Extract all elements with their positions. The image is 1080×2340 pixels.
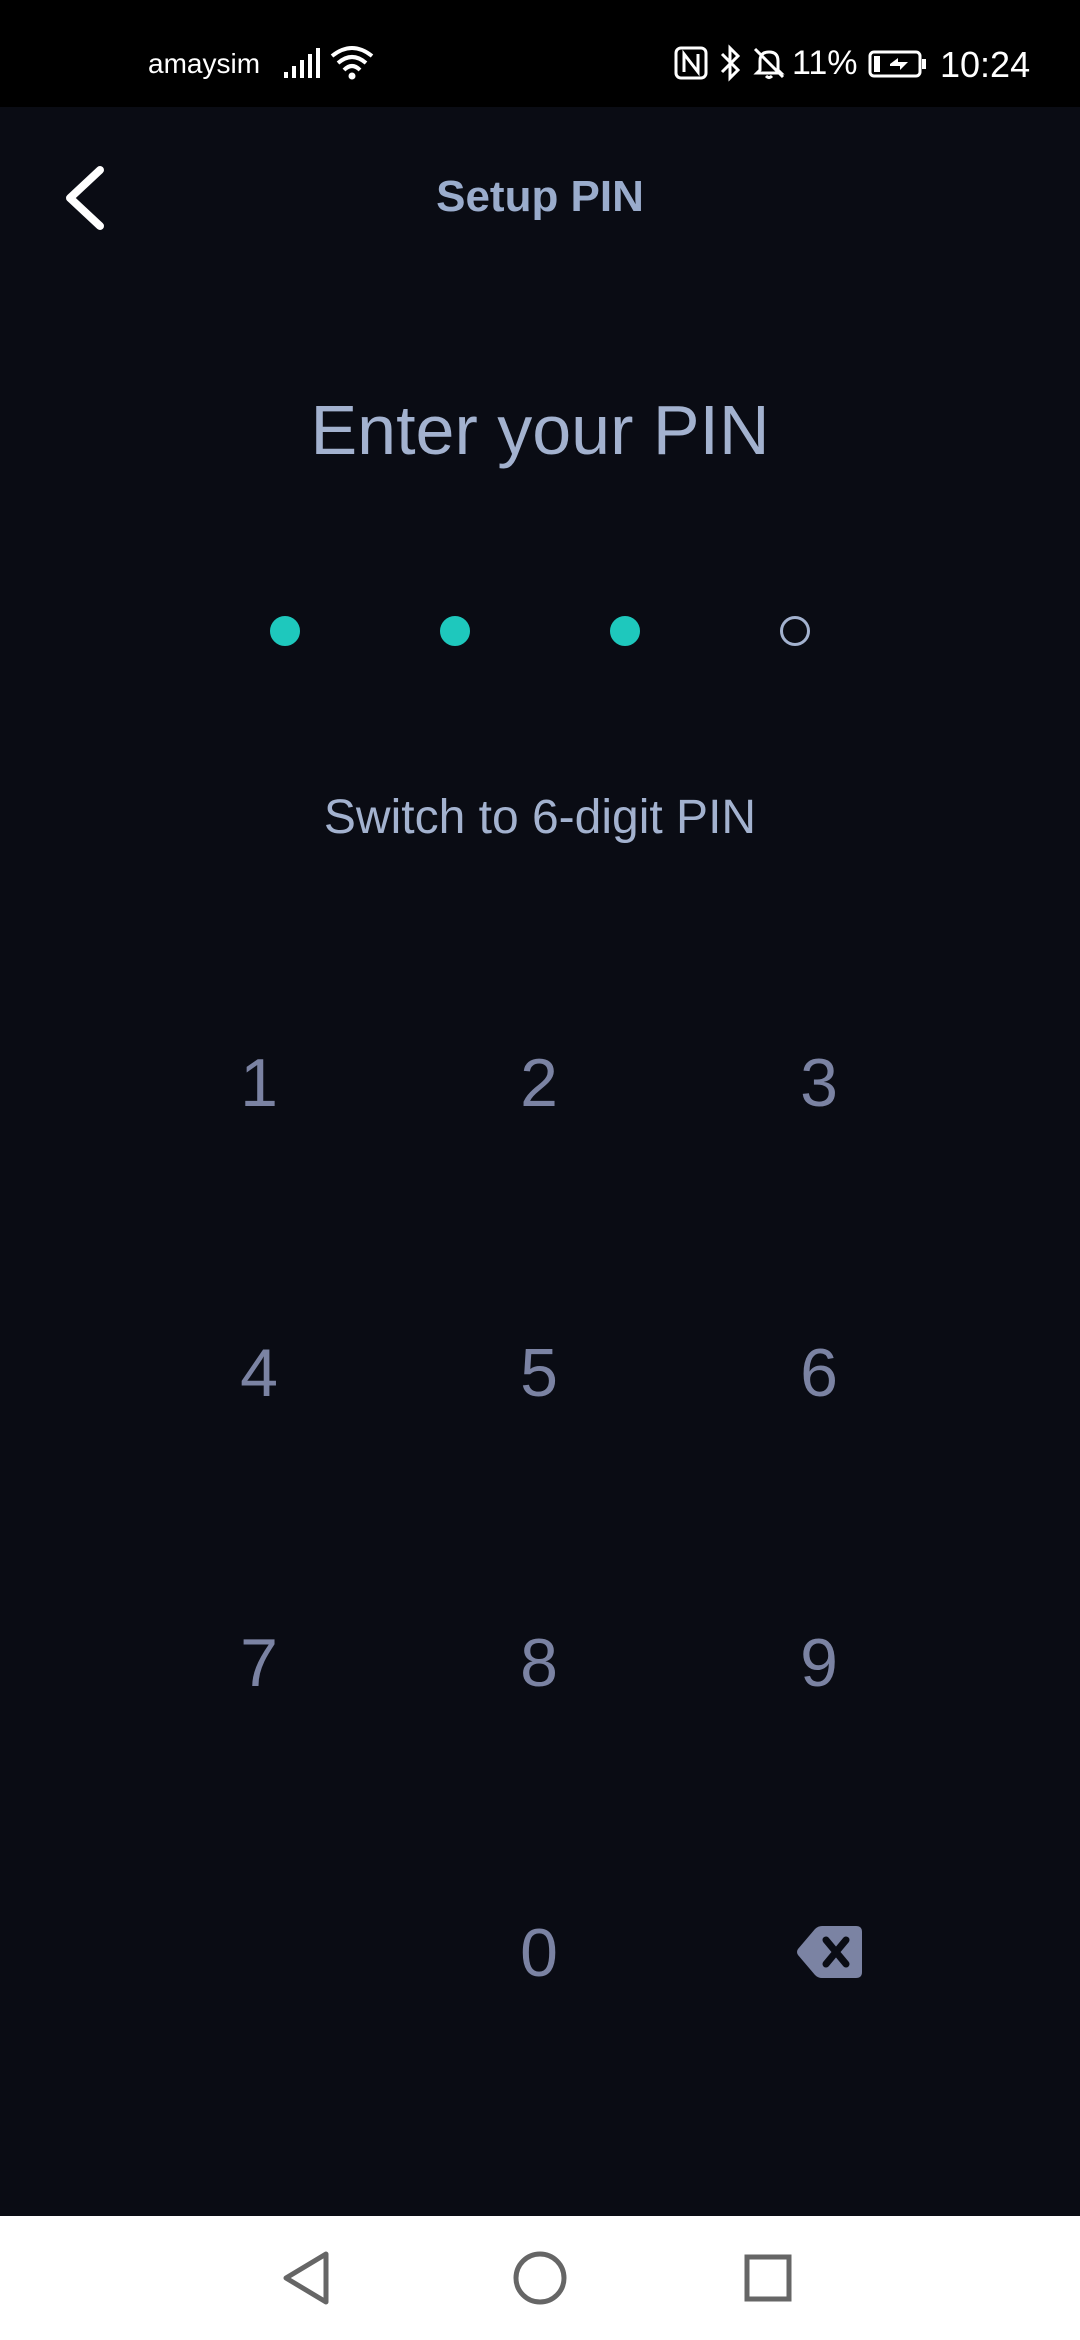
status-bar: amaysim 11% 10:24 [0, 0, 1080, 107]
keypad-key-4[interactable]: 4 [159, 1298, 359, 1448]
keypad-key-5[interactable]: 5 [439, 1298, 639, 1448]
nav-recents-button[interactable] [728, 2238, 808, 2318]
pin-dot [440, 616, 470, 646]
bluetooth-icon [720, 44, 741, 82]
backspace-button[interactable] [718, 1877, 918, 2027]
pin-dot [780, 616, 810, 646]
keypad-key-2[interactable]: 2 [439, 1008, 639, 1158]
nav-back-icon [283, 2251, 329, 2305]
keypad-key-7[interactable]: 7 [159, 1588, 359, 1738]
nav-home-button[interactable] [500, 2238, 580, 2318]
nav-recents-icon [744, 2254, 792, 2302]
keypad-key-9[interactable]: 9 [719, 1588, 919, 1738]
pin-dot [270, 616, 300, 646]
battery-percent: 11% [792, 44, 858, 82]
pin-prompt: Enter your PIN [310, 391, 770, 469]
backspace-icon [797, 1926, 862, 1978]
nav-back-button[interactable] [268, 2238, 348, 2318]
nav-home-icon [513, 2251, 567, 2305]
signal-icon [284, 48, 320, 78]
nfc-icon [674, 46, 708, 80]
keypad-key-6[interactable]: 6 [719, 1298, 919, 1448]
switch-pin-length-link[interactable]: Switch to 6-digit PIN [0, 790, 1080, 845]
carrier-label: amaysim [148, 48, 261, 79]
system-nav-bar [0, 2216, 1080, 2340]
bell-off-icon [753, 47, 785, 79]
wifi-icon [330, 46, 374, 80]
page-title: Setup PIN [436, 172, 644, 221]
pin-setup-screen: amaysim 11% 10:24 Setup PIN Enter your P… [0, 0, 1080, 2340]
battery-charging-icon [868, 50, 926, 78]
pin-dot [610, 616, 640, 646]
clock: 10:24 [940, 44, 1031, 85]
pin-indicator [0, 616, 1080, 650]
keypad-key-1[interactable]: 1 [159, 1008, 359, 1158]
keypad-key-3[interactable]: 3 [719, 1008, 919, 1158]
keypad-key-0[interactable]: 0 [439, 1878, 639, 2028]
keypad-key-8[interactable]: 8 [439, 1588, 639, 1738]
